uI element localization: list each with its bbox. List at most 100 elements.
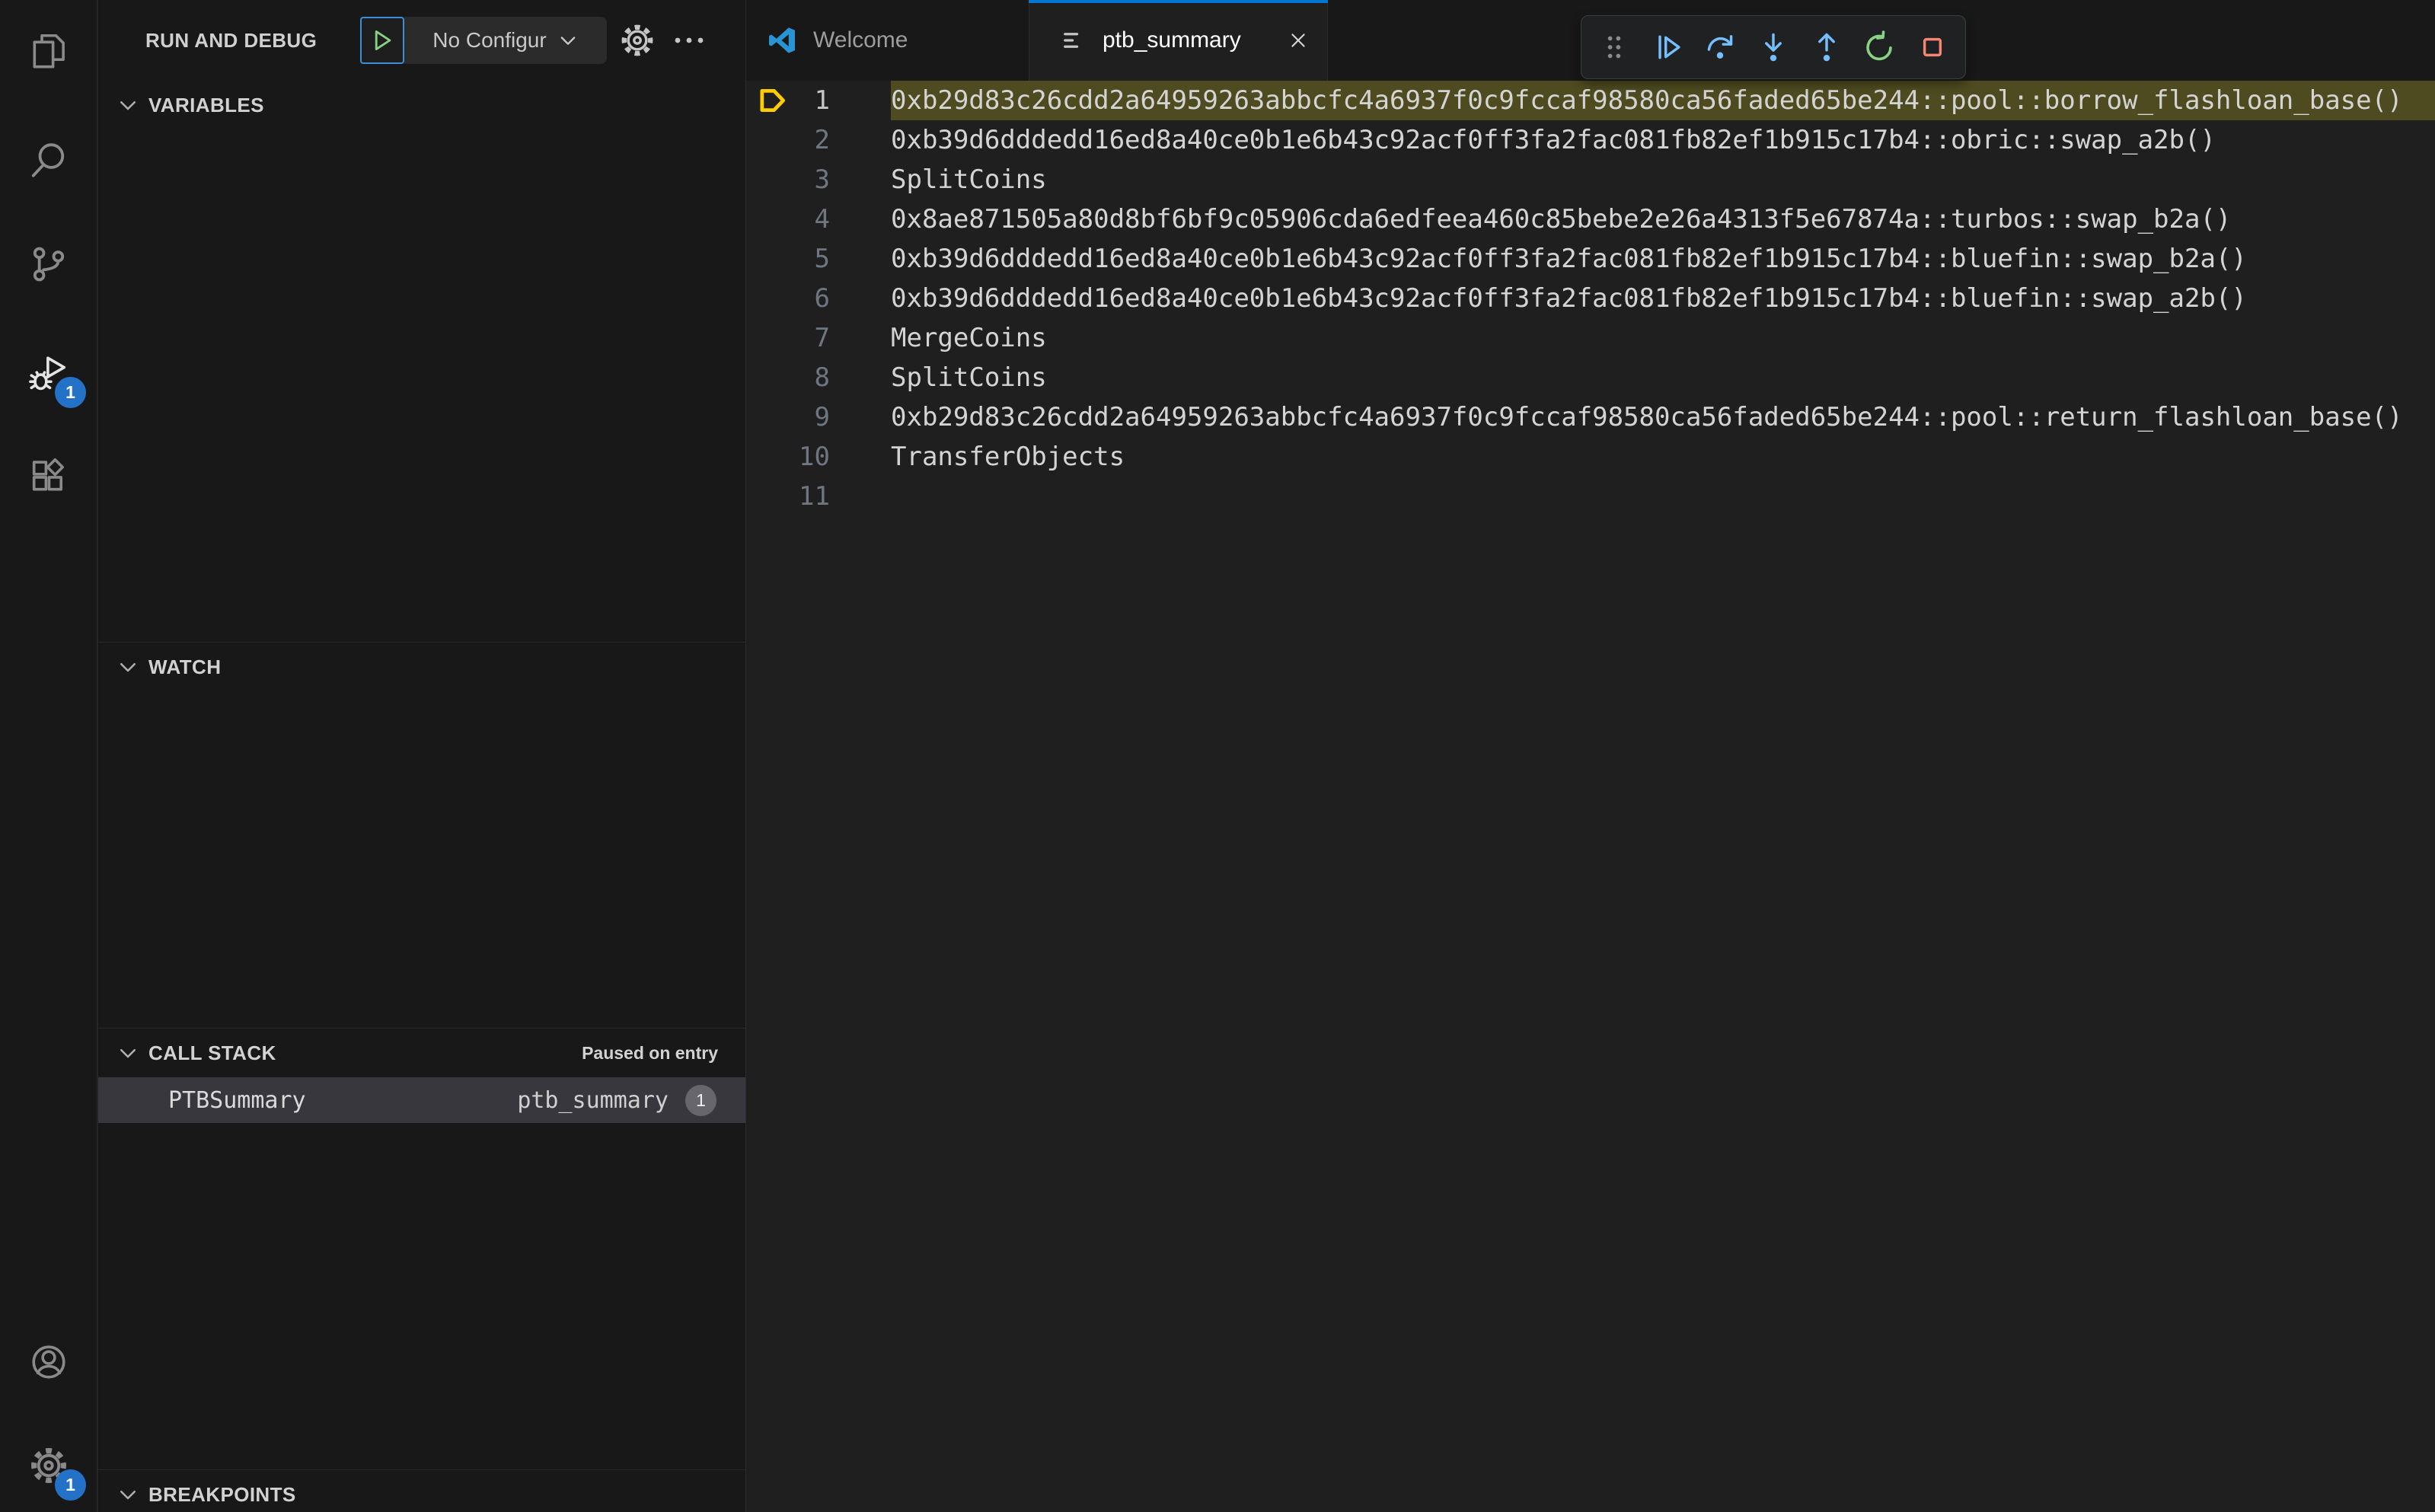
toolbar-drag-handle[interactable] (1591, 24, 1638, 71)
watch-section-header[interactable]: WATCH (98, 643, 745, 691)
debug-toolbar (1581, 15, 1966, 79)
code-line[interactable]: 11 (746, 477, 2435, 516)
sidebar-item-explorer[interactable] (0, 11, 97, 91)
line-number[interactable]: 8 (746, 362, 830, 393)
breakpoints-section: BREAKPOINTS (98, 1469, 745, 1512)
line-number[interactable]: 10 (746, 442, 830, 472)
line-number[interactable]: 11 (746, 481, 830, 512)
chevron-down-icon (557, 30, 579, 51)
sidebar-item-run-and-debug[interactable]: 1 (0, 333, 97, 413)
run-and-debug-sidebar: RUN AND DEBUG No Configur VARIABLES WATC… (98, 0, 746, 1512)
tab-label: ptb_summary (1103, 27, 1241, 53)
line-number[interactable]: 6 (746, 283, 830, 314)
breakpoints-section-header[interactable]: BREAKPOINTS (98, 1470, 745, 1512)
debug-current-line-pointer-icon (755, 85, 790, 116)
code-text[interactable]: MergeCoins (830, 323, 1047, 353)
tab-label: Welcome (813, 27, 908, 53)
code-text[interactable]: 0x8ae871505a80d8bf6bf9c05906cda6edfeea46… (830, 204, 2231, 234)
call-stack-section-label: CALL STACK (148, 1041, 276, 1064)
continue-button[interactable] (1644, 24, 1691, 71)
restart-button[interactable] (1856, 24, 1903, 71)
chevron-down-icon (116, 1041, 139, 1064)
code-text[interactable]: 0xb29d83c26cdd2a64959263abbcfc4a6937f0c9… (830, 85, 2403, 116)
line-number[interactable]: 5 (746, 244, 830, 274)
sidebar-item-settings[interactable]: 1 (0, 1426, 97, 1505)
call-stack-frame-row[interactable]: PTBSummary ptb_summary 1 (98, 1077, 745, 1123)
step-into-button[interactable] (1750, 24, 1797, 71)
start-debugging-button[interactable] (360, 17, 404, 64)
code-line[interactable]: 3 SplitCoins (746, 160, 2435, 199)
editor-group: Welcome ptb_summary 1 0xb29d83c26cdd2a64… (746, 0, 2435, 1512)
sidebar-item-source-control[interactable] (0, 225, 97, 304)
debug-configuration-dropdown[interactable]: No Configur (404, 17, 607, 64)
code-line[interactable]: 2 0xb39d6dddedd16ed8a40ce0b1e6b43c92acf0… (746, 120, 2435, 160)
gear-icon (619, 22, 656, 59)
code-text[interactable]: 0xb39d6dddedd16ed8a40ce0b1e6b43c92acf0ff… (830, 283, 2247, 314)
debug-badge: 1 (55, 377, 86, 408)
close-tab-button[interactable] (1285, 27, 1312, 54)
code-line[interactable]: 4 0x8ae871505a80d8bf6bf9c05906cda6edfeea… (746, 199, 2435, 239)
views-more-actions-button[interactable] (669, 22, 713, 59)
file-list-icon (1060, 27, 1087, 54)
code-text[interactable]: 0xb39d6dddedd16ed8a40ce0b1e6b43c92acf0ff… (830, 125, 2216, 155)
vscode-window: 1 1 RUN AND DEBUG No Configur VARIABLES … (0, 0, 2435, 1512)
debug-config-group: No Configur (360, 17, 607, 64)
code-text[interactable]: 0xb39d6dddedd16ed8a40ce0b1e6b43c92acf0ff… (830, 244, 2247, 274)
code-editor[interactable]: 1 0xb29d83c26cdd2a64959263abbcfc4a6937f0… (746, 81, 2435, 1512)
line-number[interactable]: 9 (746, 402, 830, 432)
code-text[interactable]: 0xb29d83c26cdd2a64959263abbcfc4a6937f0c9… (830, 402, 2403, 432)
chevron-down-icon (116, 94, 139, 116)
continue-icon (1650, 30, 1685, 65)
line-number[interactable]: 7 (746, 323, 830, 353)
code-text[interactable]: SplitCoins (830, 164, 1047, 195)
sidebar-item-extensions[interactable] (0, 437, 97, 516)
variables-section-label: VARIABLES (148, 93, 264, 116)
code-line[interactable]: 9 0xb29d83c26cdd2a64959263abbcfc4a6937f0… (746, 397, 2435, 437)
files-icon (28, 30, 69, 72)
line-number[interactable]: 4 (746, 204, 830, 234)
stack-frame-name: PTBSummary (168, 1086, 306, 1114)
line-number[interactable]: 2 (746, 125, 830, 155)
code-text[interactable]: SplitCoins (830, 362, 1047, 393)
tab-ptb-summary[interactable]: ptb_summary (1029, 0, 1328, 81)
search-icon (28, 139, 69, 180)
chevron-down-icon (116, 1483, 139, 1506)
step-into-icon (1756, 30, 1791, 65)
source-control-icon (28, 244, 69, 285)
code-line[interactable]: 7 MergeCoins (746, 318, 2435, 358)
step-out-button[interactable] (1803, 24, 1850, 71)
call-stack-section: CALL STACK Paused on entry PTBSummary pt… (98, 1028, 745, 1469)
restart-icon (1862, 30, 1897, 65)
ellipsis-icon (669, 22, 709, 59)
activity-bar: 1 1 (0, 0, 97, 1512)
open-launch-json-button[interactable] (619, 22, 656, 59)
code-line[interactable]: 10 TransferObjects (746, 437, 2435, 477)
debug-configuration-label: No Configur (432, 28, 547, 52)
vscode-logo-icon (766, 24, 798, 56)
settings-badge: 1 (55, 1469, 86, 1501)
stack-frame-source: ptb_summary (517, 1086, 669, 1114)
breakpoints-section-label: BREAKPOINTS (148, 1482, 296, 1506)
sidebar-item-search[interactable] (0, 120, 97, 199)
play-icon (369, 27, 395, 53)
code-line[interactable]: 6 0xb39d6dddedd16ed8a40ce0b1e6b43c92acf0… (746, 279, 2435, 318)
variables-section-header[interactable]: VARIABLES (98, 81, 745, 129)
close-icon (1288, 30, 1309, 51)
code-line[interactable]: 5 0xb39d6dddedd16ed8a40ce0b1e6b43c92acf0… (746, 239, 2435, 279)
watch-section: WATCH (98, 642, 745, 1028)
line-number[interactable]: 3 (746, 164, 830, 195)
call-stack-section-header[interactable]: CALL STACK Paused on entry (98, 1029, 745, 1077)
code-line[interactable]: 8 SplitCoins (746, 358, 2435, 397)
code-text[interactable]: TransferObjects (830, 442, 1125, 472)
step-over-button[interactable] (1696, 24, 1744, 71)
tab-welcome[interactable]: Welcome (746, 0, 1029, 81)
stop-icon (1915, 30, 1950, 65)
sidebar-title: RUN AND DEBUG (145, 29, 318, 52)
code-line[interactable]: 1 0xb29d83c26cdd2a64959263abbcfc4a6937f0… (746, 81, 2435, 120)
step-over-icon (1703, 30, 1738, 65)
variables-section: VARIABLES (98, 81, 745, 642)
stop-button[interactable] (1909, 24, 1956, 71)
stack-frame-badge: 1 (685, 1084, 716, 1116)
extensions-icon (28, 456, 69, 497)
sidebar-item-accounts[interactable] (0, 1322, 97, 1402)
